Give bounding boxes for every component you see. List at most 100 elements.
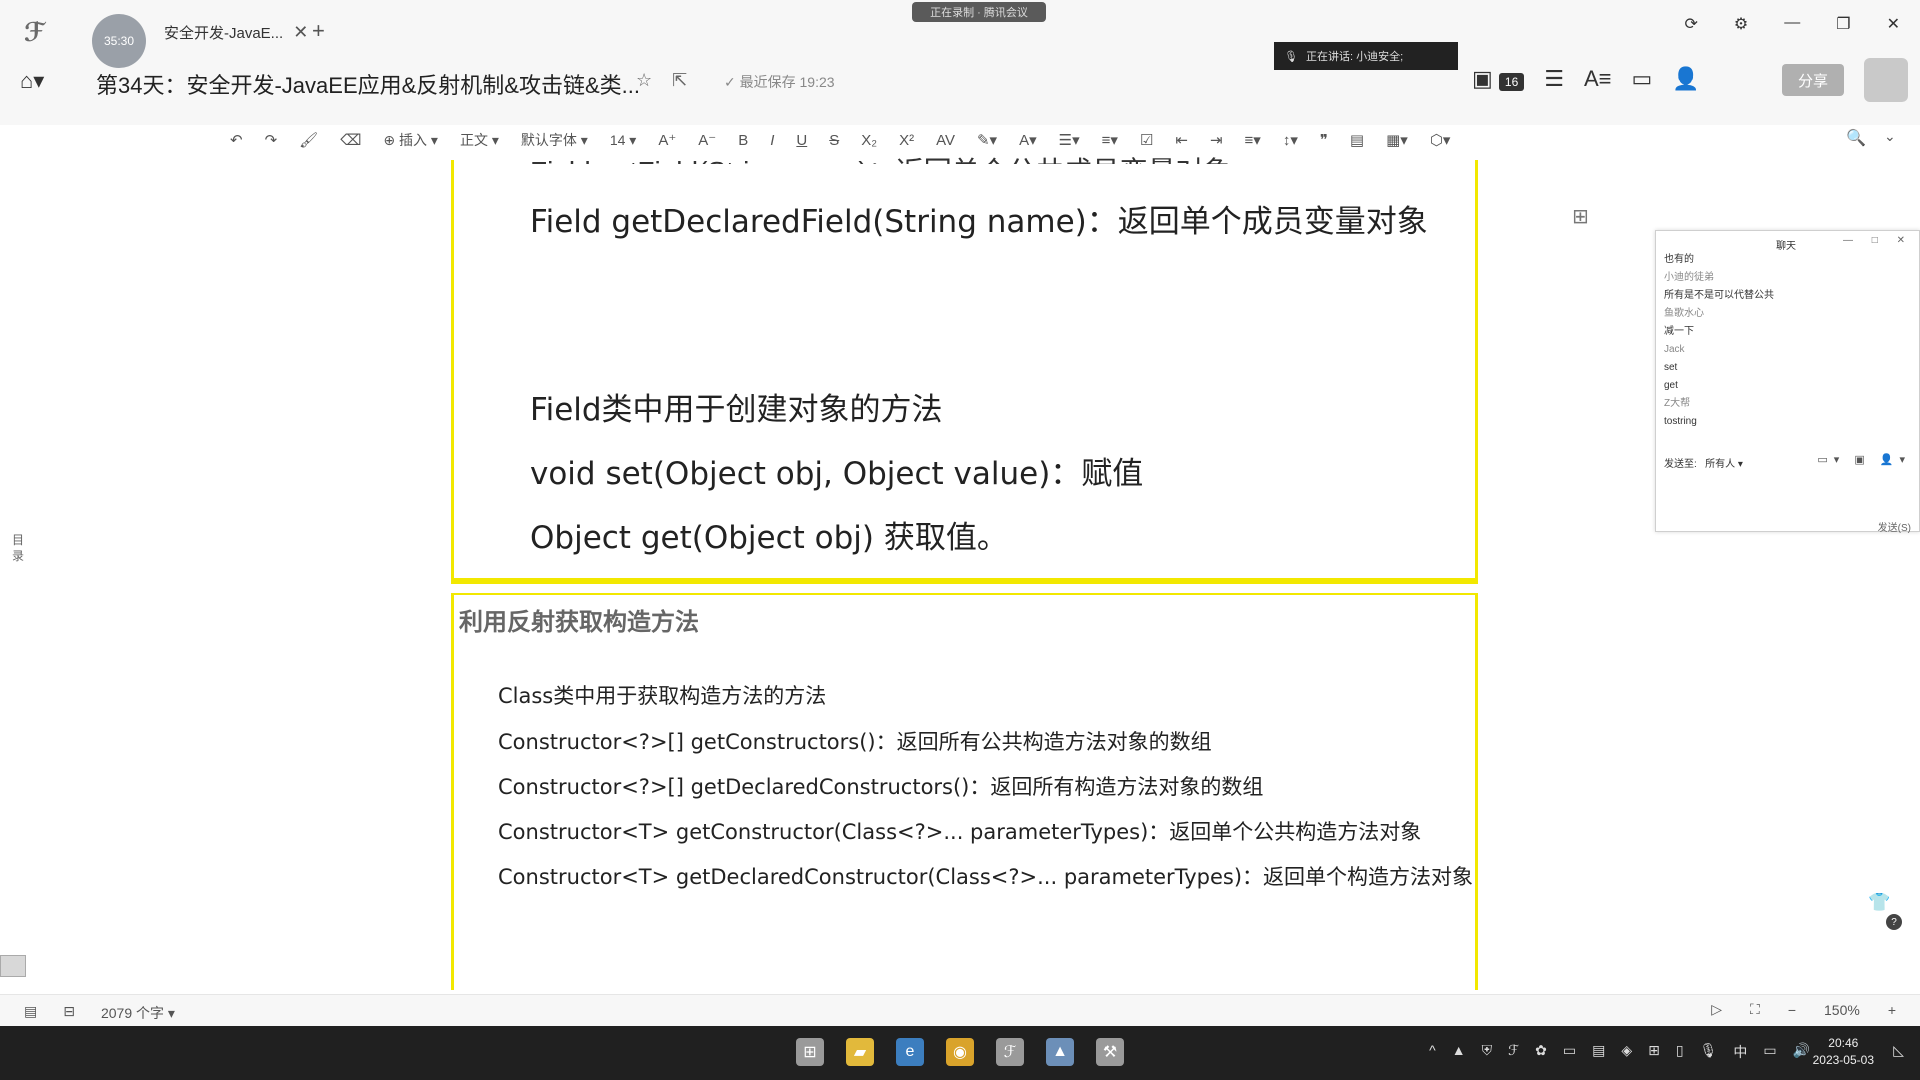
file-explorer-icon[interactable]: ▰ xyxy=(846,1038,874,1066)
share-button[interactable]: 分享 xyxy=(1782,64,1844,96)
home-icon[interactable]: ⌂▾ xyxy=(20,68,44,94)
network-icon[interactable]: ▭ xyxy=(1763,1042,1776,1062)
collaborator-icon[interactable]: 👤 xyxy=(1672,66,1699,92)
meeting-icon[interactable]: ▲ xyxy=(1046,1038,1074,1066)
send-button[interactable]: 发送(S) xyxy=(1878,519,1911,534)
font-shrink-icon[interactable]: A⁻ xyxy=(698,131,716,149)
participants-icon[interactable]: ▣ 16 xyxy=(1472,66,1525,92)
size-select[interactable]: 14 ▾ xyxy=(610,132,637,149)
insert-menu[interactable]: ⊕ 插入 ▾ xyxy=(383,130,438,150)
windows-start-icon[interactable]: ⊞ xyxy=(796,1038,824,1066)
avatar[interactable] xyxy=(1864,58,1908,102)
app-logo-icon[interactable]: ℱ xyxy=(24,18,58,48)
volume-icon[interactable]: 🔊 xyxy=(1793,1042,1810,1062)
tray-app-icon[interactable]: ✿ xyxy=(1535,1042,1547,1062)
bold-icon[interactable]: B xyxy=(738,132,748,149)
underline-icon[interactable]: U xyxy=(796,132,807,149)
tray-app-icon[interactable]: ▤ xyxy=(1592,1042,1605,1062)
tool-app-icon[interactable]: ⚒ xyxy=(1096,1038,1124,1066)
undo-icon[interactable]: ↶ xyxy=(230,131,243,149)
ime-indicator[interactable]: 中 xyxy=(1733,1042,1747,1062)
chat-tools[interactable]: ▭▾ ▣ 👤▾ xyxy=(1817,453,1911,466)
style-select[interactable]: 正文 ▾ xyxy=(460,130,499,150)
word-count[interactable]: 2079 个字 ▾ xyxy=(101,1003,175,1023)
refresh-icon[interactable]: ⟳ xyxy=(1685,14,1698,34)
layout-icon[interactable]: ⊟ xyxy=(63,1003,75,1023)
superscript-icon[interactable]: X² xyxy=(899,132,914,149)
tray-app-icon[interactable]: ▭ xyxy=(1563,1042,1576,1062)
new-tab-button[interactable]: + xyxy=(312,18,325,44)
edge-icon[interactable]: e xyxy=(896,1038,924,1066)
add-comment-icon[interactable]: ⊞ xyxy=(1572,204,1589,229)
zoom-level[interactable]: 150% xyxy=(1824,1002,1860,1018)
check-circle-icon: ✓ xyxy=(724,74,740,90)
redo-icon[interactable]: ↷ xyxy=(265,131,278,149)
checklist-icon[interactable]: ☑ xyxy=(1140,131,1153,149)
participant-count: 16 xyxy=(1498,73,1525,91)
sidebar-panel-icon[interactable] xyxy=(0,955,26,977)
close-window-button[interactable]: ✕ xyxy=(1887,14,1900,34)
outdent-icon[interactable]: ⇤ xyxy=(1175,131,1188,149)
font-color-icon[interactable]: A▾ xyxy=(1019,131,1037,149)
play-icon[interactable]: ▷ xyxy=(1711,1001,1722,1018)
status-right: ▷ ⛶ − 150% + xyxy=(1711,1001,1896,1018)
eraser-icon[interactable]: ⌫ xyxy=(340,131,361,149)
chevron-down-icon[interactable]: ⌄ xyxy=(1884,128,1896,145)
microphone-icon[interactable]: 🎙 xyxy=(1700,1042,1718,1062)
align-icon[interactable]: ≡▾ xyxy=(1245,131,1261,149)
battery-icon[interactable]: ▯ xyxy=(1676,1042,1684,1062)
minimize-button[interactable]: — xyxy=(1784,14,1800,34)
notification-icon[interactable]: ◺ xyxy=(1893,1042,1904,1059)
tray-expand-icon[interactable]: ^ xyxy=(1429,1042,1436,1062)
send-to-select[interactable]: 发送至: 所有人 ▾ xyxy=(1664,455,1743,470)
close-icon[interactable]: ✕ xyxy=(293,22,308,43)
zoom-out-button[interactable]: − xyxy=(1788,1002,1796,1018)
tray-app-icon[interactable]: ▲ xyxy=(1452,1042,1466,1062)
plugin-icon[interactable]: ⬡▾ xyxy=(1430,131,1451,149)
line-spacing-icon[interactable]: ↕▾ xyxy=(1283,131,1298,149)
format-painter-icon[interactable]: 🖌 xyxy=(299,131,318,149)
italic-icon[interactable]: I xyxy=(770,132,774,149)
menu-icon[interactable]: ☰ xyxy=(1544,66,1564,92)
block-icon[interactable]: ▤ xyxy=(1350,131,1364,149)
doc-line-set: void set(Object obj, Object value)：赋值 xyxy=(530,456,1144,492)
chat-title: 聊天 xyxy=(1776,241,1796,252)
chat-message: tostring xyxy=(1664,416,1697,427)
font-select[interactable]: 默认字体 ▾ xyxy=(521,130,588,150)
zoom-in-button[interactable]: + xyxy=(1888,1002,1896,1018)
shield-icon[interactable]: ⛨ xyxy=(1482,1042,1493,1062)
fullscreen-icon[interactable]: ⛶ xyxy=(1750,1001,1760,1018)
tray-app-icon[interactable]: ◈ xyxy=(1621,1042,1632,1062)
clock[interactable]: 20:46 2023-05-03 xyxy=(1813,1035,1874,1069)
document-tab[interactable]: 安全开发-JavaE... ✕ xyxy=(74,14,308,50)
strikethrough-icon[interactable]: S xyxy=(829,132,839,149)
char-spacing-icon[interactable]: AV xyxy=(936,132,955,149)
toc-toggle[interactable]: 目录 xyxy=(12,532,24,564)
chat-window-controls[interactable]: — □ ✕ xyxy=(1843,235,1913,246)
chrome-icon[interactable]: ◉ xyxy=(946,1038,974,1066)
docs-app-icon[interactable]: ℱ xyxy=(996,1038,1024,1066)
bullet-list-icon[interactable]: ☰▾ xyxy=(1059,131,1080,149)
font-icon[interactable]: A≡ xyxy=(1584,66,1612,92)
move-icon[interactable]: ⇱ xyxy=(672,70,687,91)
numbered-list-icon[interactable]: ≡▾ xyxy=(1102,131,1118,149)
quote-icon[interactable]: ❞ xyxy=(1320,131,1328,149)
restore-button[interactable]: ❐ xyxy=(1836,14,1850,34)
tray-app-icon[interactable]: ℱ xyxy=(1508,1042,1519,1062)
help-icon[interactable]: ? xyxy=(1886,914,1902,930)
search-icon[interactable]: 🔍 xyxy=(1846,128,1866,148)
shirt-icon[interactable]: 👕 xyxy=(1868,892,1890,913)
star-icon[interactable]: ☆ xyxy=(636,70,652,91)
highlight-icon[interactable]: ✎▾ xyxy=(977,131,997,149)
settings-icon[interactable]: ⚙ xyxy=(1734,14,1748,34)
status-bar: ▤ ⊟ 2079 个字 ▾ ▷ ⛶ − 150% + xyxy=(0,994,1920,1026)
font-grow-icon[interactable]: A⁺ xyxy=(658,131,676,149)
subscript-icon[interactable]: X₂ xyxy=(861,132,877,149)
indent-icon[interactable]: ⇥ xyxy=(1210,131,1223,149)
windows-icon[interactable]: ⊞ xyxy=(1648,1042,1660,1062)
outline-icon[interactable]: ▤ xyxy=(24,1003,37,1023)
document-title[interactable]: 第34天：安全开发-JavaEE应用&反射机制&攻击链&类... xyxy=(96,68,640,100)
present-icon[interactable]: ▭ xyxy=(1632,66,1653,92)
insert-table-icon[interactable]: ▦▾ xyxy=(1386,131,1408,149)
chat-panel: 聊天 — □ ✕ 也有的 小迪的徒弟 所有是不是可以代替公共 鱼歌水心 减一下 … xyxy=(1655,230,1920,534)
